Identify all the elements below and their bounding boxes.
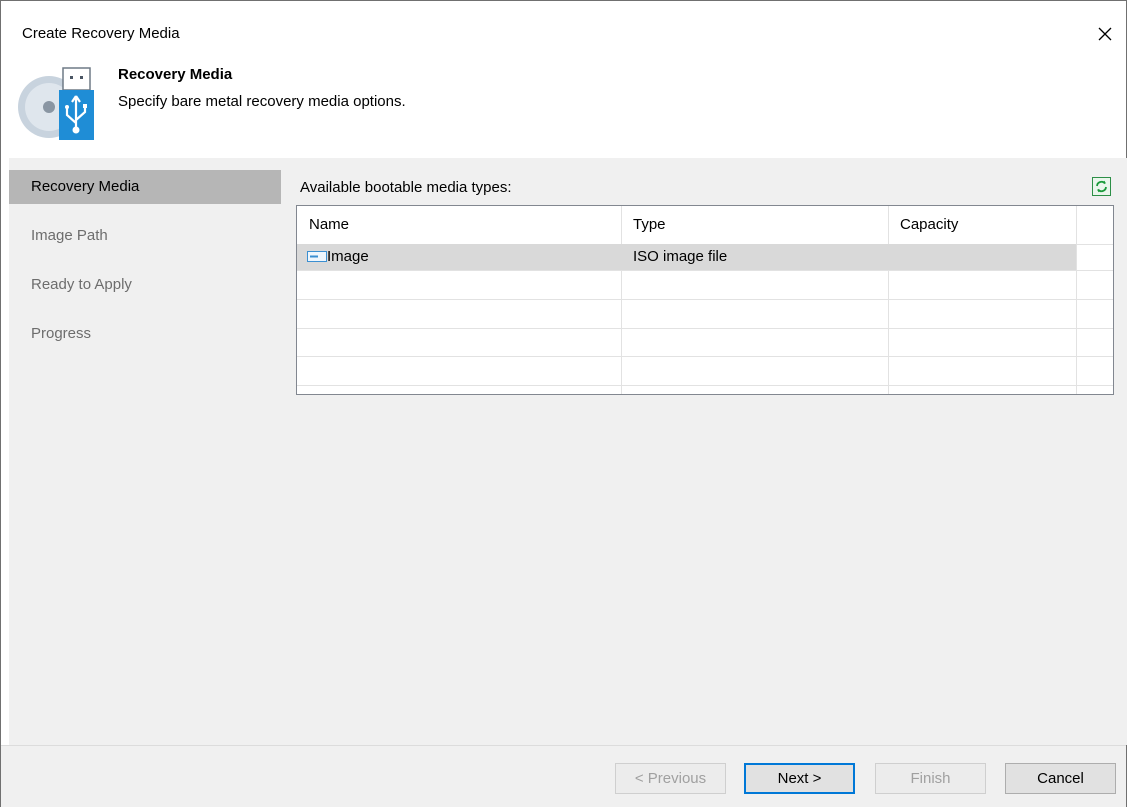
column-header-name[interactable]: Name bbox=[297, 206, 621, 244]
header-subtitle: Specify bare metal recovery media option… bbox=[118, 93, 406, 110]
previous-button[interactable]: < Previous bbox=[615, 763, 726, 794]
step-recovery-media[interactable]: Recovery Media bbox=[9, 170, 281, 204]
column-header-type[interactable]: Type bbox=[621, 206, 888, 244]
step-image-path[interactable]: Image Path bbox=[9, 219, 281, 253]
next-button[interactable]: Next > bbox=[744, 763, 855, 794]
row-divider bbox=[297, 270, 1113, 271]
recovery-media-icon bbox=[18, 67, 94, 140]
row-divider bbox=[297, 356, 1113, 357]
cancel-button[interactable]: Cancel bbox=[1005, 763, 1116, 794]
iso-image-icon bbox=[307, 251, 327, 262]
table-cell-name[interactable]: Image bbox=[307, 244, 369, 270]
window-title: Create Recovery Media bbox=[22, 25, 180, 42]
dialog-window: Create Recovery Media Recovery Media Spe… bbox=[0, 0, 1127, 807]
media-types-caption: Available bootable media types: bbox=[300, 179, 512, 196]
close-button[interactable] bbox=[1090, 21, 1120, 47]
row-divider bbox=[297, 385, 1113, 386]
media-types-table[interactable]: Name Type Capacity Image ISO image file bbox=[296, 205, 1114, 395]
column-divider bbox=[621, 206, 622, 394]
title-bar: Create Recovery Media bbox=[1, 1, 1126, 42]
close-icon bbox=[1098, 27, 1112, 41]
step-ready-to-apply[interactable]: Ready to Apply bbox=[9, 268, 281, 302]
table-cell-type[interactable]: ISO image file bbox=[633, 244, 727, 270]
wizard-steps-sidebar: Recovery Media Image Path Ready to Apply… bbox=[9, 158, 281, 745]
header-title: Recovery Media bbox=[118, 66, 233, 83]
step-progress[interactable]: Progress bbox=[9, 317, 281, 351]
main-panel: Available bootable media types: Name Typ… bbox=[281, 158, 1127, 745]
wizard-footer: < Previous Next > Finish Cancel bbox=[1, 745, 1126, 807]
refresh-icon bbox=[1092, 177, 1111, 196]
row-divider bbox=[297, 299, 1113, 300]
column-divider bbox=[888, 206, 889, 394]
finish-button[interactable]: Finish bbox=[875, 763, 986, 794]
wizard-header: Recovery Media Specify bare metal recove… bbox=[1, 51, 1126, 151]
column-header-capacity[interactable]: Capacity bbox=[888, 206, 1076, 244]
refresh-button[interactable] bbox=[1092, 177, 1111, 196]
row-name-label: Image bbox=[327, 248, 369, 265]
column-divider bbox=[1076, 206, 1077, 394]
row-divider bbox=[297, 328, 1113, 329]
